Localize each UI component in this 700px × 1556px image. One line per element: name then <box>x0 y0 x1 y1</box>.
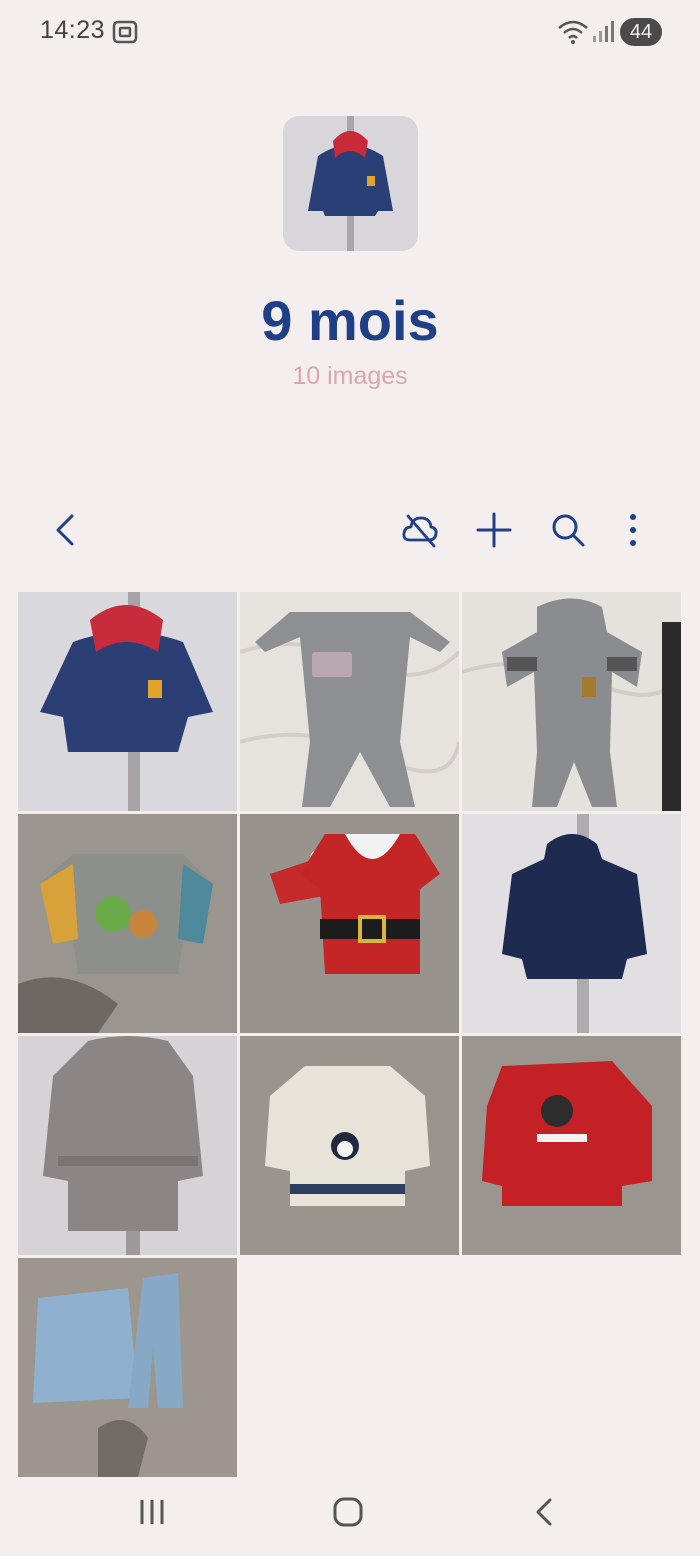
cloud-sync-off-button[interactable] <box>398 510 442 554</box>
clock: 14:23 <box>40 16 106 44</box>
photo-thumbnail[interactable] <box>18 1036 237 1255</box>
album-title: 9 mois <box>261 289 439 352</box>
photo-thumbnail[interactable] <box>462 814 681 1033</box>
more-options-button[interactable] <box>611 510 655 554</box>
recent-apps-icon <box>137 1497 167 1532</box>
photo-thumbnail[interactable] <box>462 592 681 811</box>
search-icon <box>548 510 588 555</box>
photo-thumbnail[interactable] <box>18 814 237 1033</box>
search-button[interactable] <box>546 510 590 554</box>
photo-thumbnail[interactable] <box>240 1036 459 1255</box>
back-button[interactable] <box>44 510 88 554</box>
back-icon <box>530 1497 560 1532</box>
plus-icon <box>474 510 514 555</box>
system-back-button[interactable] <box>515 1492 575 1536</box>
add-button[interactable] <box>472 510 516 554</box>
photo-thumbnail[interactable] <box>240 592 459 811</box>
more-vertical-icon <box>613 510 653 555</box>
album-cover-thumbnail[interactable] <box>283 116 418 251</box>
system-navigation-bar <box>0 1470 700 1556</box>
cloud-off-icon <box>400 510 440 555</box>
photo-thumbnail[interactable] <box>18 1258 237 1477</box>
signal-icon <box>592 20 614 44</box>
photo-thumbnail[interactable] <box>18 592 237 811</box>
status-bar: 14:23 44 <box>0 0 700 64</box>
photo-thumbnail[interactable] <box>462 1036 681 1255</box>
home-icon <box>332 1496 364 1533</box>
recent-apps-button[interactable] <box>122 1492 182 1536</box>
photo-thumbnail[interactable] <box>240 814 459 1033</box>
album-image-count: 10 images <box>292 362 408 390</box>
chevron-left-icon <box>46 510 86 555</box>
screenshot-icon <box>112 20 138 44</box>
wifi-icon <box>556 18 590 46</box>
home-button[interactable] <box>318 1492 378 1536</box>
battery-indicator: 44 <box>620 18 662 46</box>
